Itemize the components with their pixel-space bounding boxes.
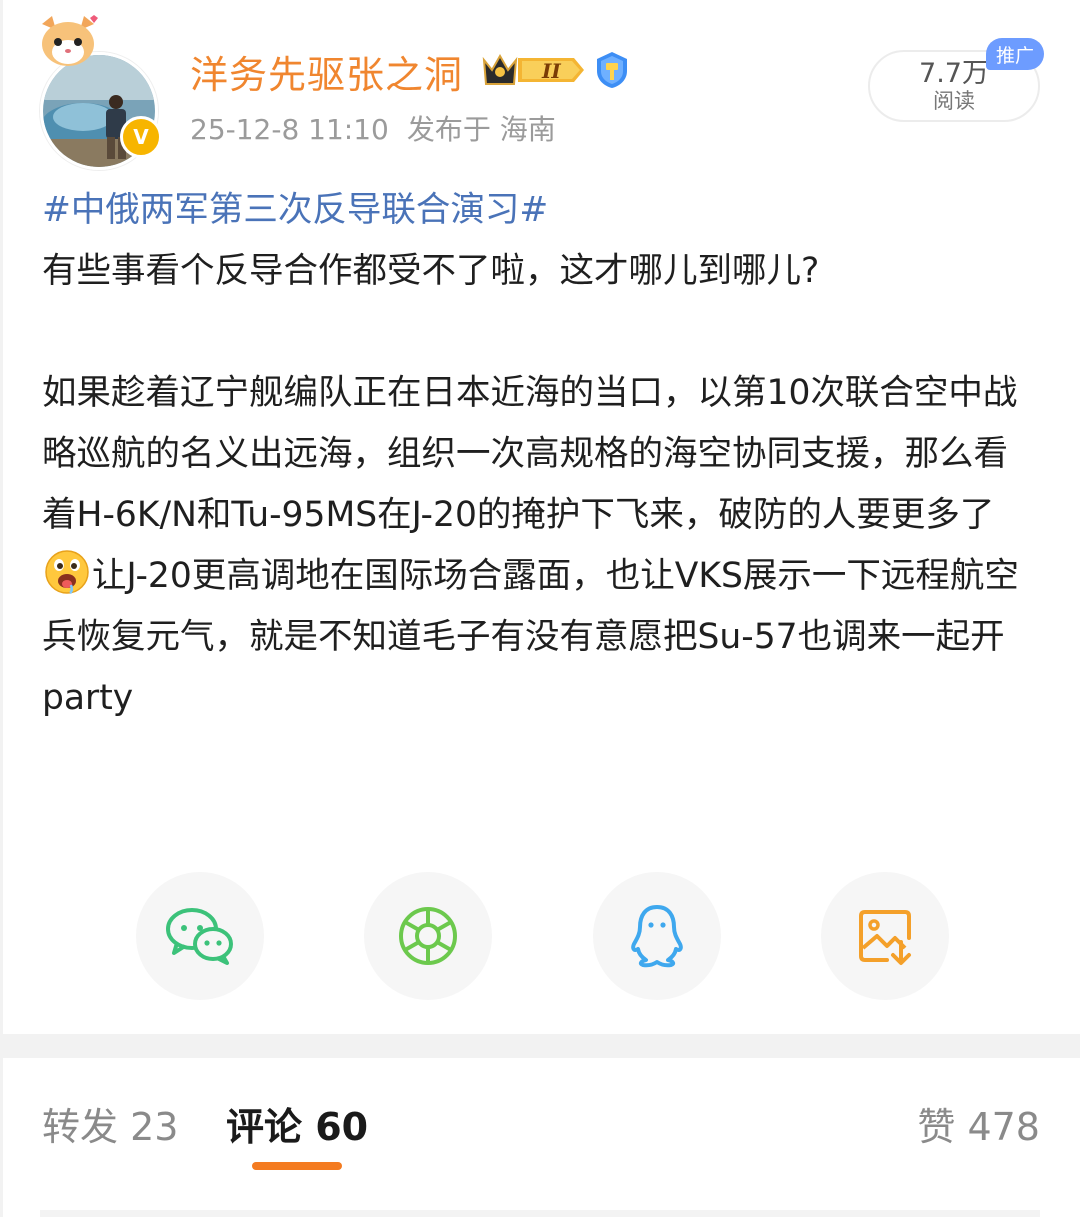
post-paragraph-2-part2: 让J-20更高调地在国际场合露面，也让VKS展示一下远程航空兵恢复元气，就是不知… <box>42 556 1019 718</box>
save-image-icon <box>859 910 911 965</box>
promote-badge[interactable]: 推广 <box>986 38 1044 70</box>
share-moments-button[interactable] <box>364 872 492 1000</box>
views-label: 阅读 <box>933 89 975 113</box>
post-paragraph-2-part1: 如果趁着辽宁舰编队正在日本近海的当口，以第10次联合空中战略巡航的名义出远海，组… <box>42 373 1018 535</box>
member-crown-badge[interactable]: II <box>480 48 586 92</box>
active-tab-indicator <box>252 1162 342 1170</box>
location: 发布于 海南 <box>406 113 556 146</box>
share-wechat-button[interactable] <box>136 872 264 1000</box>
qq-icon <box>631 905 683 968</box>
tab-likes[interactable]: 赞 478 <box>917 1096 1040 1151</box>
section-divider <box>0 1034 1080 1058</box>
weibo-post-screen: V 洋务先驱张之洞 II 25-12-8 11:10 发布于 海南 7.7万 阅读… <box>0 0 1080 1217</box>
wechat-icon <box>166 908 233 965</box>
avatar-area[interactable]: V <box>36 14 166 170</box>
share-qq-button[interactable] <box>593 872 721 1000</box>
drooling-face-emoji-icon <box>45 550 89 595</box>
interaction-tabs: 转发 23 评论 60 赞 478 <box>0 1058 1080 1217</box>
tab-repost[interactable]: 转发 23 <box>42 1096 178 1151</box>
share-row <box>0 872 1080 1002</box>
moments-icon <box>399 907 457 965</box>
tab-comments[interactable]: 评论 60 <box>226 1096 368 1151</box>
post-line-1: 有些事看个反导合作都受不了啦，这才哪儿到哪儿? <box>42 251 820 291</box>
post-meta: 25-12-8 11:10 发布于 海南 <box>190 108 556 148</box>
views-count: 7.7万 <box>919 58 989 89</box>
timestamp: 25-12-8 11:10 <box>190 113 389 146</box>
save-image-button[interactable] <box>821 872 949 1000</box>
gov-verified-icon <box>597 52 627 88</box>
cat-pendant-icon <box>42 15 98 66</box>
level-text: II <box>541 59 561 83</box>
comment-area-top-edge <box>40 1210 1040 1217</box>
topic-hashtag[interactable]: #中俄两军第三次反导联合演习# <box>42 180 1042 241</box>
post-paragraph-2: 如果趁着辽宁舰编队正在日本近海的当口，以第10次联合空中战略巡航的名义出远海，组… <box>42 363 1042 729</box>
verified-v-badge: V <box>120 116 162 158</box>
post-body: #中俄两军第三次反导联合演习# 有些事看个反导合作都受不了啦，这才哪儿到哪儿? … <box>42 180 1042 729</box>
username[interactable]: 洋务先驱张之洞 <box>190 44 463 99</box>
